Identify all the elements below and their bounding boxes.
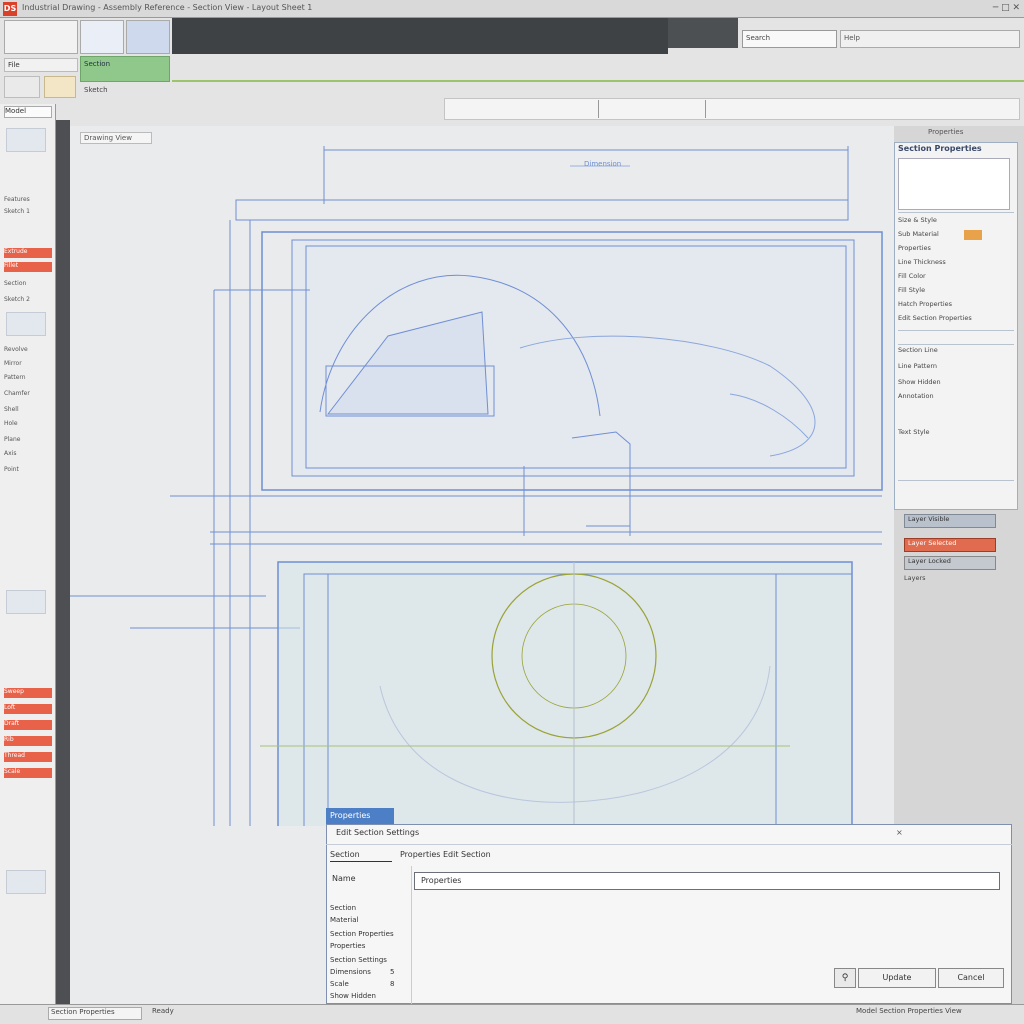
window-title: Industrial Drawing - Assembly Reference … — [22, 3, 313, 12]
ribbon-group-label: Sketch — [84, 86, 108, 94]
model-tree-item[interactable]: Hole — [4, 420, 52, 430]
model-tree-item[interactable]: Fillet — [4, 262, 52, 272]
view-toolbar-group[interactable] — [598, 100, 706, 118]
view-thumbnail-1[interactable] — [4, 20, 78, 54]
dialog-option-count: 8 — [390, 980, 395, 988]
property-row[interactable]: Hatch Properties — [898, 300, 1014, 310]
property-separator — [898, 212, 1014, 213]
model-tree-item[interactable]: Pattern — [4, 374, 52, 384]
properties-header: Section Properties — [898, 144, 982, 153]
property-separator — [898, 330, 1014, 331]
dialog-title: Edit Section Settings — [336, 828, 420, 837]
fill-color-swatch[interactable] — [964, 230, 982, 240]
feature-thumbnail-icon[interactable] — [6, 312, 46, 336]
property-row[interactable]: Fill Style — [898, 286, 1014, 296]
view-thumbnail-3[interactable] — [126, 20, 170, 54]
model-tree-item[interactable]: Sweep — [4, 688, 52, 698]
feature-thumbnail-icon[interactable] — [6, 590, 46, 614]
name-field[interactable]: Properties — [414, 872, 1000, 890]
feature-thumbnail-icon[interactable] — [6, 128, 46, 152]
cancel-button[interactable]: Cancel — [938, 968, 1004, 988]
model-tree-item[interactable]: Extrude — [4, 248, 52, 258]
feature-thumbnail-icon[interactable] — [6, 870, 46, 894]
dimension-label: Dimension — [584, 160, 621, 168]
model-tree-item[interactable]: Rib — [4, 736, 52, 746]
model-tree-header[interactable]: Model — [4, 106, 52, 118]
name-field-label: Name — [332, 874, 356, 883]
dialog-tab-section[interactable]: Section — [330, 850, 392, 862]
dialog-tab-properties[interactable]: Properties Edit Section — [400, 850, 510, 862]
property-row[interactable]: Size & Style — [898, 216, 1014, 226]
dialog-tab[interactable]: Properties — [326, 808, 394, 824]
dialog-option[interactable]: Section — [330, 904, 394, 915]
property-row[interactable]: Sub Material — [898, 230, 1014, 240]
status-left[interactable]: Section Properties — [48, 1007, 142, 1020]
ribbon-command-area-2 — [668, 18, 738, 48]
dialog-option[interactable]: Scale — [330, 980, 394, 991]
property-row[interactable]: Edit Section Properties — [898, 314, 1014, 324]
ribbon-tab-file[interactable]: File — [4, 58, 78, 72]
model-tree-item[interactable]: Chamfer — [4, 390, 52, 400]
properties-preview[interactable] — [898, 158, 1010, 210]
layers-label: Layers — [904, 574, 926, 582]
dialog-option[interactable]: Section Settings — [330, 956, 394, 967]
property-row[interactable]: Text Style — [898, 428, 1014, 438]
model-tree-item[interactable]: Revolve — [4, 346, 52, 356]
model-tree-item[interactable]: Sketch 2 — [4, 296, 52, 306]
model-tree-item[interactable]: Scale — [4, 768, 52, 778]
property-row[interactable]: Fill Color — [898, 272, 1014, 282]
model-tree-item[interactable]: Thread — [4, 752, 52, 762]
model-tree-panel — [0, 104, 56, 1004]
dialog-option[interactable]: Show Hidden — [330, 992, 394, 1003]
property-separator — [898, 344, 1014, 345]
property-row[interactable]: Show Hidden — [898, 378, 1014, 388]
layer-selected-button[interactable]: Layer Selected — [904, 538, 996, 552]
model-tree-item[interactable]: Features — [4, 196, 52, 206]
view-toolbar[interactable] — [444, 98, 1020, 120]
view-thumbnail-2[interactable] — [80, 20, 124, 54]
status-message: Ready — [152, 1007, 174, 1015]
ribbon-command-area — [172, 18, 668, 54]
window-controls[interactable]: ─ □ ✕ — [980, 3, 1020, 15]
layer-visible-button[interactable]: Layer Visible — [904, 514, 996, 528]
ribbon-divider — [172, 80, 1024, 82]
panel-splitter[interactable] — [56, 120, 70, 1004]
dialog-option[interactable]: Properties — [330, 942, 394, 953]
model-tree-item[interactable]: Section — [4, 280, 52, 290]
section-drawing[interactable]: Dimension — [70, 126, 894, 826]
layer-locked-button[interactable]: Layer Locked — [904, 556, 996, 570]
model-tree-item[interactable]: Mirror — [4, 360, 52, 370]
folder-icon[interactable] — [44, 76, 76, 98]
dialog-divider — [326, 844, 1012, 845]
model-tree-item[interactable]: Plane — [4, 436, 52, 446]
model-tree-item[interactable]: Point — [4, 466, 52, 476]
property-row[interactable]: Annotation — [898, 392, 1014, 402]
model-tree-item[interactable]: Axis — [4, 450, 52, 460]
dialog-option[interactable]: Dimensions — [330, 968, 394, 979]
app-logo-icon[interactable]: DS — [3, 2, 17, 16]
ribbon-tab-section[interactable]: Section — [80, 56, 170, 82]
model-tree-item[interactable]: Draft — [4, 720, 52, 730]
model-tree-item[interactable]: Sketch 1 — [4, 208, 52, 218]
property-row[interactable]: Properties — [898, 244, 1014, 254]
help-search-input[interactable]: Help — [840, 30, 1020, 48]
search-input[interactable]: Search — [742, 30, 837, 48]
model-tree-item[interactable]: Loft — [4, 704, 52, 714]
close-icon[interactable]: × — [896, 828, 906, 838]
sketch-tool-icon[interactable] — [4, 76, 40, 98]
status-right: Model Section Properties View — [856, 1007, 962, 1015]
model-tree-item[interactable]: Shell — [4, 406, 52, 416]
property-separator — [898, 480, 1014, 481]
dialog-option[interactable]: Material — [330, 916, 394, 927]
property-row[interactable]: Line Pattern — [898, 362, 1014, 372]
dialog-option[interactable]: Section Properties — [330, 930, 394, 941]
property-row[interactable]: Section Line — [898, 346, 1014, 356]
property-row[interactable]: Line Thickness — [898, 258, 1014, 268]
properties-tab[interactable]: Properties — [928, 128, 998, 140]
outer-frame — [235, 199, 849, 221]
search-icon[interactable]: ⚲ — [834, 968, 856, 988]
update-button[interactable]: Update — [858, 968, 936, 988]
dialog-option-count: 5 — [390, 968, 395, 976]
lower-frame — [277, 561, 853, 826]
